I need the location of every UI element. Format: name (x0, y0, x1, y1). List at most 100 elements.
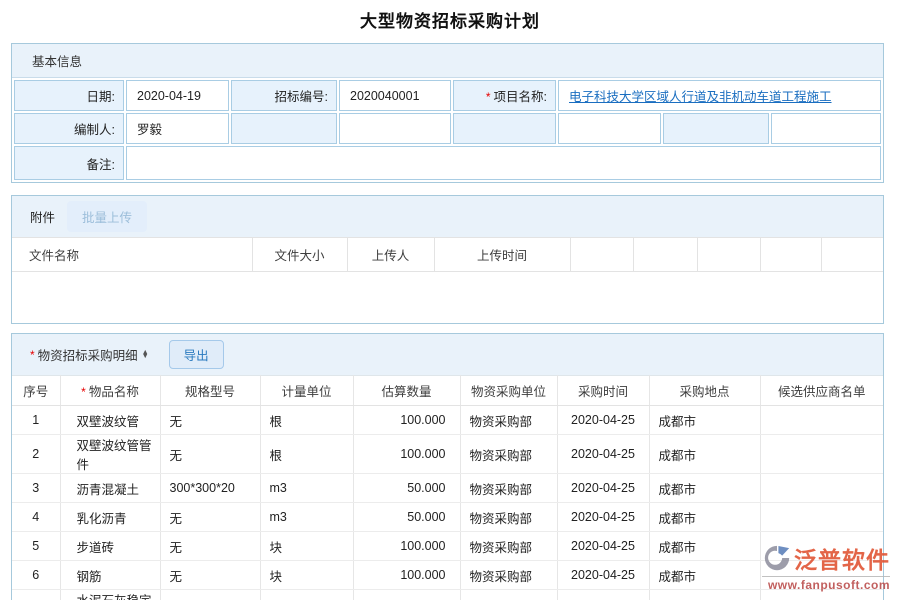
detail-cell: 50.000 (353, 503, 460, 532)
attachments-table-header: 文件名称 文件大小 上传人 上传时间 (12, 238, 883, 272)
empty-cell (453, 113, 556, 144)
attachments-table: 文件名称 文件大小 上传人 上传时间 (12, 237, 883, 272)
project-name-link[interactable]: 电子科技大学区域人行道及非机动车道工程施工 (569, 90, 832, 104)
detail-header-bar: * 物资招标采购明细 ▲▼ 导出 (12, 334, 883, 375)
basic-info-row-2: 编制人: 罗毅 (14, 113, 881, 144)
detail-cell: 100.000 (353, 532, 460, 561)
empty-cell (231, 113, 337, 144)
detail-cell: 成都市 (649, 590, 760, 600)
fanpu-logo-icon (762, 543, 792, 573)
empty-column (633, 238, 697, 272)
detail-cell: 70.000 (353, 590, 460, 600)
detail-cell: 成都市 (649, 474, 760, 503)
detail-cell: 无 (160, 532, 260, 561)
compiler-label: 编制人: (14, 113, 124, 144)
detail-cell (760, 406, 883, 435)
detail-cell: 根 (260, 406, 353, 435)
required-asterisk: * (81, 385, 86, 399)
detail-cell: 根 (260, 435, 353, 474)
detail-cell: 100.000 (353, 561, 460, 590)
detail-table-header: 序号 *物品名称 规格型号 计量单位 估算数量 物资采购单位 采购时间 采购地点… (12, 376, 883, 406)
detail-cell: 乳化沥青 (60, 503, 160, 532)
detail-cell: 水泥石灰稳定土 (60, 590, 160, 600)
col-file-name: 文件名称 (12, 238, 252, 272)
detail-cell: 无 (160, 406, 260, 435)
attachments-header-bar: 附件 批量上传 (12, 196, 883, 237)
empty-column (570, 238, 633, 272)
detail-row: 7水泥石灰稳定土无365mm70.000物资采购部2020-04-25成都市 (12, 590, 883, 600)
detail-row: 3沥青混凝土300*300*20m350.000物资采购部2020-04-25成… (12, 474, 883, 503)
required-asterisk: * (30, 348, 35, 362)
detail-cell: 物资采购部 (460, 435, 557, 474)
detail-cell: 2020-04-25 (557, 406, 649, 435)
detail-cell: 2020-04-25 (557, 435, 649, 474)
detail-cell: 3 (12, 474, 60, 503)
detail-cell: 物资采购部 (460, 406, 557, 435)
detail-cell: 6 (12, 561, 60, 590)
col-purchase-dept: 物资采购单位 (460, 376, 557, 406)
detail-cell: 2020-04-25 (557, 503, 649, 532)
detail-cell: 块 (260, 561, 353, 590)
basic-info-table: 日期: 2020-04-19 招标编号: 2020040001 *项目名称: 电… (12, 78, 883, 182)
detail-row: 5步道砖无块100.000物资采购部2020-04-25成都市 (12, 532, 883, 561)
detail-cell: 2020-04-25 (557, 532, 649, 561)
col-unit: 计量单位 (260, 376, 353, 406)
detail-cell: 成都市 (649, 561, 760, 590)
basic-info-section: 基本信息 日期: 2020-04-19 招标编号: 2020040001 *项目… (11, 43, 884, 183)
detail-cell: 100.000 (353, 406, 460, 435)
detail-cell: 钢筋 (60, 561, 160, 590)
detail-row: 2双壁波纹管管件无根100.000物资采购部2020-04-25成都市 (12, 435, 883, 474)
detail-section-title: 物资招标采购明细 (38, 345, 138, 364)
required-asterisk: * (486, 90, 491, 104)
remark-value[interactable] (126, 146, 881, 180)
basic-info-section-title: 基本信息 (12, 44, 883, 78)
batch-upload-button[interactable]: 批量上传 (67, 201, 147, 232)
detail-row: 6钢筋无块100.000物资采购部2020-04-25成都市 (12, 561, 883, 590)
detail-cell: 双壁波纹管 (60, 406, 160, 435)
detail-cell: 365mm (260, 590, 353, 600)
detail-cell: 1 (12, 406, 60, 435)
col-purchase-time: 采购时间 (557, 376, 649, 406)
detail-cell (760, 503, 883, 532)
compiler-value[interactable]: 罗毅 (126, 113, 229, 144)
date-value[interactable]: 2020-04-19 (126, 80, 229, 111)
col-candidate-suppliers: 候选供应商名单 (760, 376, 883, 406)
detail-cell: m3 (260, 474, 353, 503)
detail-table-body: 1双壁波纹管无根100.000物资采购部2020-04-25成都市2双壁波纹管管… (12, 406, 883, 600)
detail-cell: 双壁波纹管管件 (60, 435, 160, 474)
detail-table: 序号 *物品名称 规格型号 计量单位 估算数量 物资采购单位 采购时间 采购地点… (12, 375, 883, 600)
detail-cell: 2020-04-25 (557, 474, 649, 503)
sort-icon[interactable]: ▲▼ (142, 351, 149, 359)
detail-cell: 成都市 (649, 435, 760, 474)
date-label: 日期: (14, 80, 124, 111)
detail-cell: 4 (12, 503, 60, 532)
col-file-size: 文件大小 (252, 238, 347, 272)
project-name-label: *项目名称: (453, 80, 556, 111)
detail-cell: 成都市 (649, 503, 760, 532)
detail-row: 4乳化沥青无m350.000物资采购部2020-04-25成都市 (12, 503, 883, 532)
col-upload-time: 上传时间 (434, 238, 570, 272)
detail-cell: 无 (160, 590, 260, 600)
bid-no-value[interactable]: 2020040001 (339, 80, 451, 111)
export-button[interactable]: 导出 (169, 340, 224, 369)
detail-cell: 物资采购部 (460, 561, 557, 590)
detail-row: 1双壁波纹管无根100.000物资采购部2020-04-25成都市 (12, 406, 883, 435)
detail-cell: 物资采购部 (460, 590, 557, 600)
fanpu-brand-text: 泛普软件 (794, 541, 890, 575)
detail-cell: 物资采购部 (460, 532, 557, 561)
bid-no-label: 招标编号: (231, 80, 337, 111)
detail-cell: 100.000 (353, 435, 460, 474)
empty-column (697, 238, 760, 272)
col-item-name: *物品名称 (60, 376, 160, 406)
detail-cell: 50.000 (353, 474, 460, 503)
attachments-section-title: 附件 (30, 207, 55, 226)
empty-column (760, 238, 821, 272)
detail-cell (760, 474, 883, 503)
project-name-cell: 电子科技大学区域人行道及非机动车道工程施工 (558, 80, 881, 111)
detail-cell: 无 (160, 503, 260, 532)
detail-cell: 步道砖 (60, 532, 160, 561)
detail-cell: 成都市 (649, 532, 760, 561)
detail-section: * 物资招标采购明细 ▲▼ 导出 序号 *物品名称 规格型号 计量单位 估算数量… (11, 333, 884, 600)
detail-cell: 成都市 (649, 406, 760, 435)
col-uploader: 上传人 (347, 238, 434, 272)
